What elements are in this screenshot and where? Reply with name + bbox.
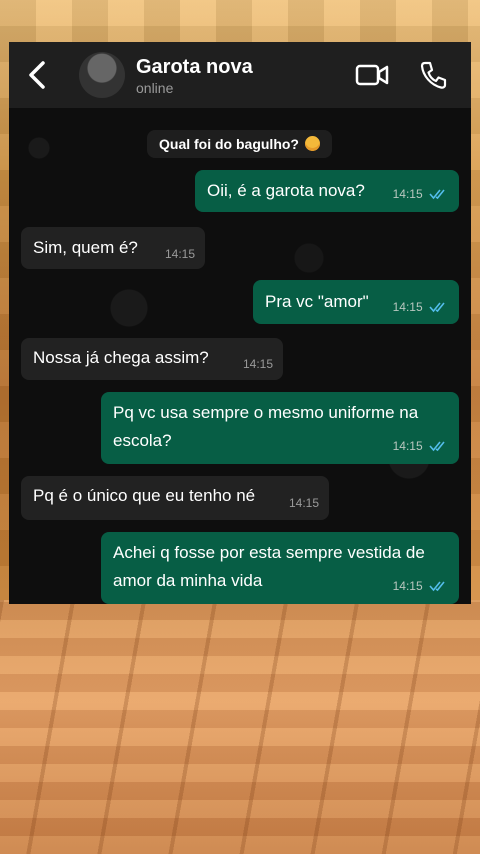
- chat-header: Garota nova online: [9, 42, 471, 108]
- message-text: Pq vc usa sempre o mesmo uniforme na esc…: [113, 403, 419, 450]
- double-check-read-icon: [429, 189, 445, 200]
- message-bubble-outgoing[interactable]: Pra vc "amor" 14:15: [253, 280, 459, 324]
- message-bubble-outgoing[interactable]: Oii, é a garota nova? 14:15: [195, 170, 459, 212]
- message-text: Sim, quem é?: [33, 238, 138, 257]
- message-time: 14:15: [393, 432, 447, 460]
- double-check-read-icon: [429, 441, 445, 452]
- message-bubble-incoming[interactable]: Nossa já chega assim? 14:15: [21, 338, 283, 380]
- double-check-read-icon: [429, 581, 445, 592]
- contact-name[interactable]: Garota nova: [136, 56, 253, 79]
- video-call-icon[interactable]: [355, 62, 389, 88]
- back-arrow-icon[interactable]: [23, 58, 53, 92]
- message-text: Pq é o único que eu tenho né: [33, 486, 256, 505]
- message-bubble-incoming[interactable]: Pq é o único que eu tenho né 14:15: [21, 476, 329, 520]
- message-time: 14:15: [242, 357, 273, 371]
- phone-call-icon[interactable]: [419, 60, 447, 90]
- flushed-face-emoji-icon: [304, 136, 320, 151]
- message-text: Nossa já chega assim?: [33, 348, 209, 367]
- system-banner-text: Qual foi do bagulho?: [159, 136, 299, 152]
- message-time: 14:15: [393, 180, 447, 208]
- message-bubble-outgoing[interactable]: Pq vc usa sempre o mesmo uniforme na esc…: [101, 392, 459, 464]
- message-time: 14:15: [288, 496, 319, 510]
- message-bubble-incoming[interactable]: Sim, quem é? 14:15: [21, 227, 205, 269]
- message-text: Achei q fosse por esta sempre vestida de…: [113, 543, 425, 590]
- message-text: Pra vc "amor": [265, 292, 369, 311]
- avatar[interactable]: [79, 52, 125, 98]
- message-bubble-outgoing[interactable]: Achei q fosse por esta sempre vestida de…: [101, 532, 459, 604]
- message-text: Oii, é a garota nova?: [207, 181, 365, 200]
- contact-status: online: [136, 80, 174, 96]
- chat-screen: Garota nova online Qual foi do bagulho? …: [9, 42, 471, 604]
- message-time: 14:15: [393, 293, 447, 321]
- message-time: 14:15: [164, 247, 195, 261]
- background-floor: [0, 600, 480, 854]
- message-time: 14:15: [393, 572, 447, 600]
- system-banner: Qual foi do bagulho?: [147, 130, 332, 158]
- double-check-read-icon: [429, 302, 445, 313]
